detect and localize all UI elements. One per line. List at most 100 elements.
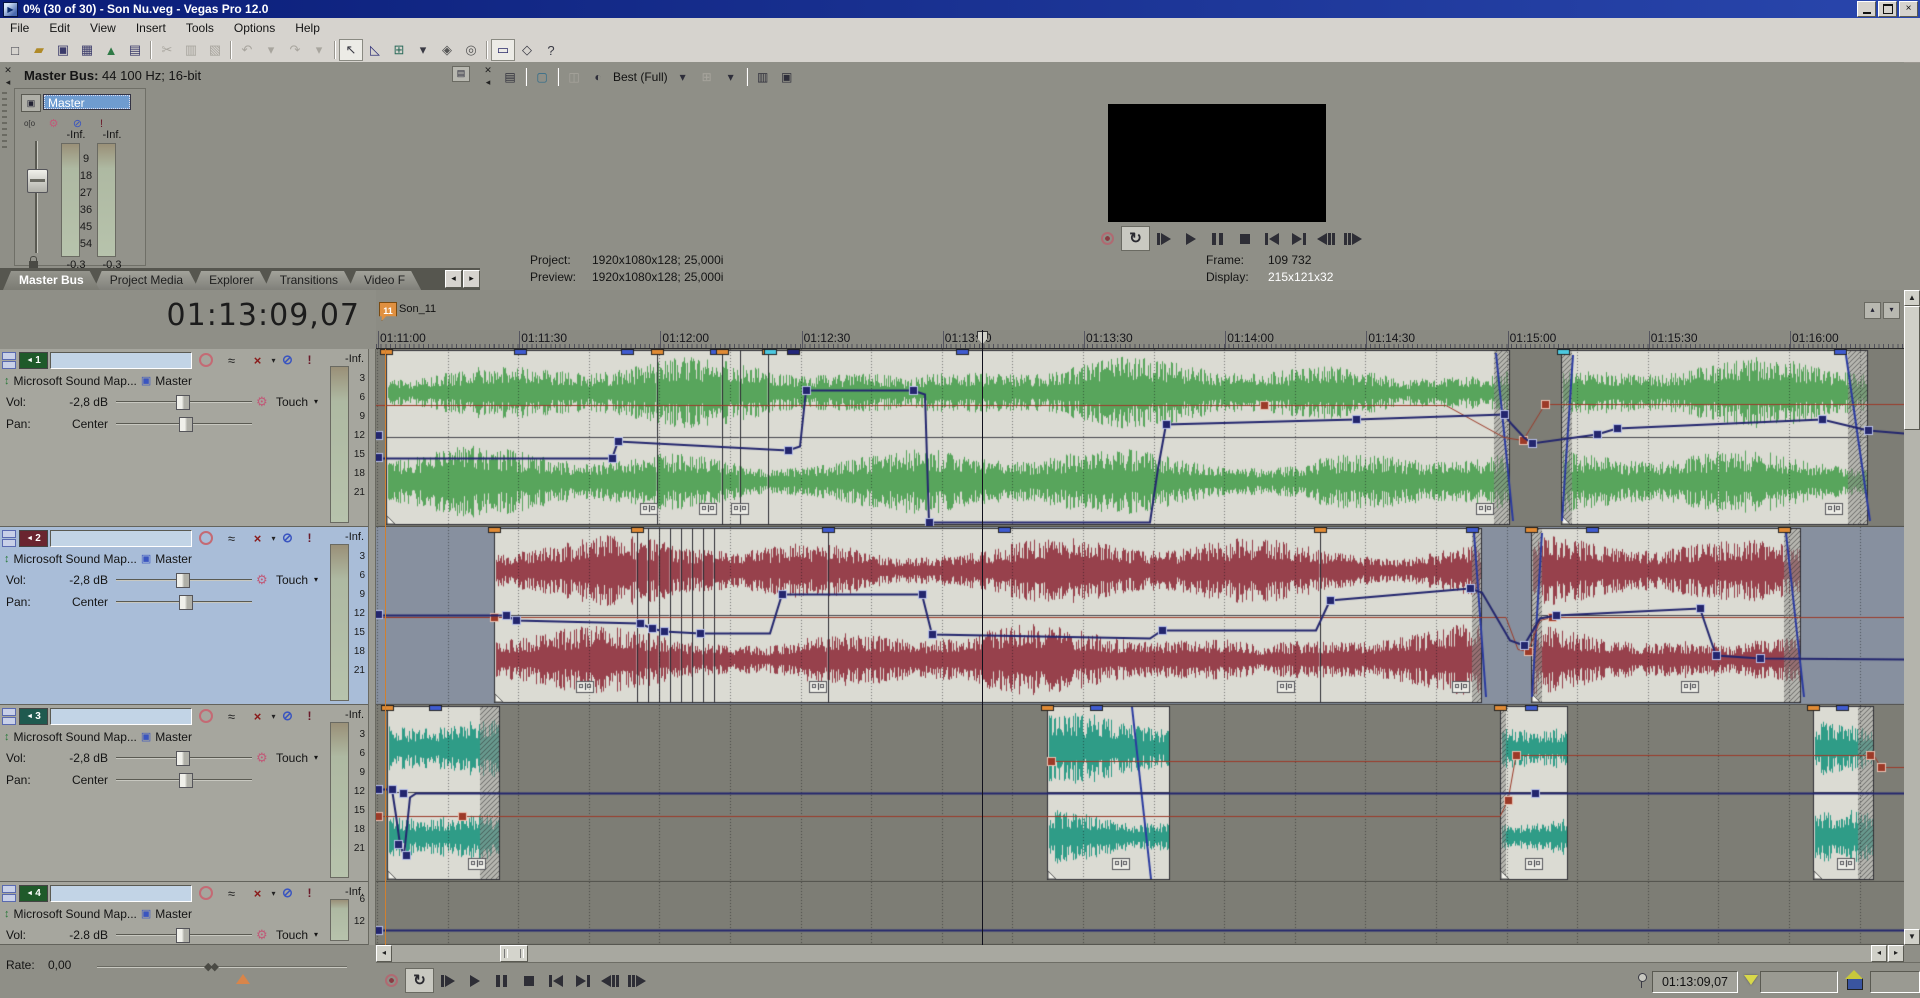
- maximize-track-icon[interactable]: [2, 894, 16, 902]
- edit-tool-dropdown-icon[interactable]: ▾: [411, 39, 435, 61]
- track-number-badge[interactable]: ◄4: [19, 885, 48, 902]
- timecode-display[interactable]: 01:13:09,07: [120, 298, 360, 333]
- pan-slider-thumb[interactable]: [179, 773, 193, 788]
- status-timecode[interactable]: 01:13:09,07: [1652, 971, 1738, 993]
- track-header-3[interactable]: ◄3≈×▾⊘!-Inf.↕Microsoft Sound Map...▣Mast…: [0, 705, 368, 882]
- scroll-left-button[interactable]: ◂: [376, 945, 392, 962]
- solo-button[interactable]: ⊘: [278, 352, 297, 368]
- minimize-button[interactable]: [1857, 1, 1876, 17]
- master-fader-handle[interactable]: [27, 169, 48, 193]
- track-envelope-icon[interactable]: ≈: [222, 885, 241, 901]
- external-monitor-icon[interactable]: ▢: [530, 68, 554, 86]
- menu-help[interactable]: Help: [285, 18, 330, 38]
- menu-view[interactable]: View: [80, 18, 126, 38]
- track-4-lane[interactable]: [376, 882, 1904, 945]
- menu-edit[interactable]: Edit: [39, 18, 80, 38]
- arm-record-button[interactable]: [196, 708, 215, 724]
- marker-bar[interactable]: 11 Son_11 ▴ ▾: [376, 290, 1904, 330]
- device-name[interactable]: Microsoft Sound Map...: [14, 907, 137, 921]
- volume-slider-thumb[interactable]: [176, 395, 190, 410]
- rate-slider-handle[interactable]: ◆◆: [204, 960, 217, 973]
- go-to-start-button[interactable]: [1258, 227, 1285, 250]
- track-collapse-icons[interactable]: [2, 530, 16, 546]
- lock-envelopes-tool-icon[interactable]: ◇: [515, 39, 539, 61]
- menu-options[interactable]: Options: [224, 18, 285, 38]
- solo-button[interactable]: ⊘: [278, 530, 297, 546]
- cut-icon[interactable]: ✂: [155, 39, 179, 61]
- pause-button[interactable]: [1204, 227, 1231, 250]
- track-3-lane[interactable]: [376, 705, 1904, 882]
- pan-value[interactable]: Center: [52, 595, 108, 609]
- step-forward-button[interactable]: [1339, 227, 1366, 250]
- automation-mode[interactable]: Touch: [276, 573, 308, 587]
- volume-slider[interactable]: [116, 928, 252, 942]
- automation-dropdown-icon[interactable]: ▾: [314, 575, 318, 584]
- panel-pin-icon[interactable]: ◂: [3, 77, 13, 87]
- automation-mode[interactable]: Touch: [276, 928, 308, 942]
- automation-settings-tool-icon[interactable]: ▭: [491, 39, 515, 61]
- menu-file[interactable]: File: [0, 18, 39, 38]
- tab-video-f[interactable]: Video F: [348, 271, 421, 290]
- pan-slider[interactable]: [116, 595, 252, 609]
- automation-gear-icon[interactable]: ⚙: [256, 572, 272, 588]
- volume-value[interactable]: -2,8 dB: [52, 573, 108, 587]
- arm-record-button[interactable]: [196, 530, 215, 546]
- selection-edit-tool-icon[interactable]: ⊞: [387, 39, 411, 61]
- time-ruler[interactable]: 01:11:0001:11:3001:12:0001:12:3001:13:00…: [376, 330, 1904, 349]
- volume-value[interactable]: -2,8 dB: [52, 751, 108, 765]
- track-name-field[interactable]: [50, 708, 192, 725]
- track-collapse-icons[interactable]: [2, 352, 16, 368]
- pause-button[interactable]: [488, 969, 515, 992]
- device-name[interactable]: Microsoft Sound Map...: [14, 730, 137, 744]
- paste-icon[interactable]: ▧: [203, 39, 227, 61]
- undo-icon[interactable]: ↶: [235, 39, 259, 61]
- tab-project-media[interactable]: Project Media: [94, 271, 199, 290]
- track-collapse-icons[interactable]: [2, 708, 16, 724]
- automation-mode[interactable]: Touch: [276, 395, 308, 409]
- bus-assign-icon[interactable]: ▣: [141, 374, 151, 387]
- selection-start-field[interactable]: [1760, 971, 1838, 993]
- loop-playback-button[interactable]: ↻: [405, 968, 434, 993]
- zoom-in-button[interactable]: ▸: [1888, 945, 1904, 962]
- preview-quality-dropdown-icon[interactable]: ▾: [671, 68, 695, 86]
- automation-gear-icon[interactable]: ⚙: [256, 750, 272, 766]
- track-envelope-icon[interactable]: ≈: [222, 708, 241, 724]
- horizontal-scroll-thumb[interactable]: [500, 945, 528, 962]
- stop-button[interactable]: [515, 969, 542, 992]
- bus-assign-icon[interactable]: ▣: [141, 730, 151, 743]
- horizontal-scrollbar[interactable]: ◂ ◂ ▸: [376, 945, 1904, 962]
- marker-label[interactable]: Son_11: [399, 303, 436, 315]
- event-fx-tool-icon[interactable]: ◎: [459, 39, 483, 61]
- rate-slider-track[interactable]: [97, 966, 347, 968]
- device-name[interactable]: Microsoft Sound Map...: [14, 552, 137, 566]
- maximize-track-icon[interactable]: [2, 539, 16, 547]
- overlays-icon-icon[interactable]: ⊞: [695, 68, 719, 86]
- tab-scroll-left-icon[interactable]: ◂: [445, 270, 462, 288]
- track-envelope-icon[interactable]: ≈: [222, 530, 241, 546]
- insert-fx-button[interactable]: o[o: [21, 116, 38, 131]
- pan-slider[interactable]: [116, 417, 252, 431]
- scroll-down-icon[interactable]: ▾: [1883, 302, 1900, 319]
- envelope-edit-tool-icon[interactable]: ◺: [363, 39, 387, 61]
- step-backward-button[interactable]: [596, 969, 623, 992]
- selection-length-field[interactable]: [1870, 971, 1920, 993]
- tab-explorer[interactable]: Explorer: [193, 271, 270, 290]
- tab-master-bus[interactable]: Master Bus: [3, 271, 100, 290]
- track-meter[interactable]: [330, 544, 349, 701]
- copy-icon[interactable]: ▥: [179, 39, 203, 61]
- save-project-icon[interactable]: ▣: [51, 39, 75, 61]
- menu-insert[interactable]: Insert: [126, 18, 176, 38]
- status-pin-icon[interactable]: [1637, 973, 1647, 989]
- stop-button[interactable]: [1231, 227, 1258, 250]
- bus-name-field[interactable]: Master: [43, 94, 131, 110]
- pan-value[interactable]: Center: [52, 773, 108, 787]
- track-list-splitter[interactable]: [368, 349, 376, 945]
- scroll-up-button[interactable]: ▲: [1904, 290, 1920, 306]
- vertical-scrollbar[interactable]: ▲ ▼: [1904, 290, 1920, 945]
- track-number-badge[interactable]: ◄2: [19, 530, 48, 547]
- track-header-2[interactable]: ◄2≈×▾⊘!-Inf.↕Microsoft Sound Map...▣Mast…: [0, 527, 368, 705]
- minimize-track-icon[interactable]: [2, 530, 16, 538]
- loop-playback-button[interactable]: ↻: [1121, 226, 1150, 251]
- bus-properties-icon[interactable]: ▤: [452, 66, 470, 82]
- menu-tools[interactable]: Tools: [176, 18, 224, 38]
